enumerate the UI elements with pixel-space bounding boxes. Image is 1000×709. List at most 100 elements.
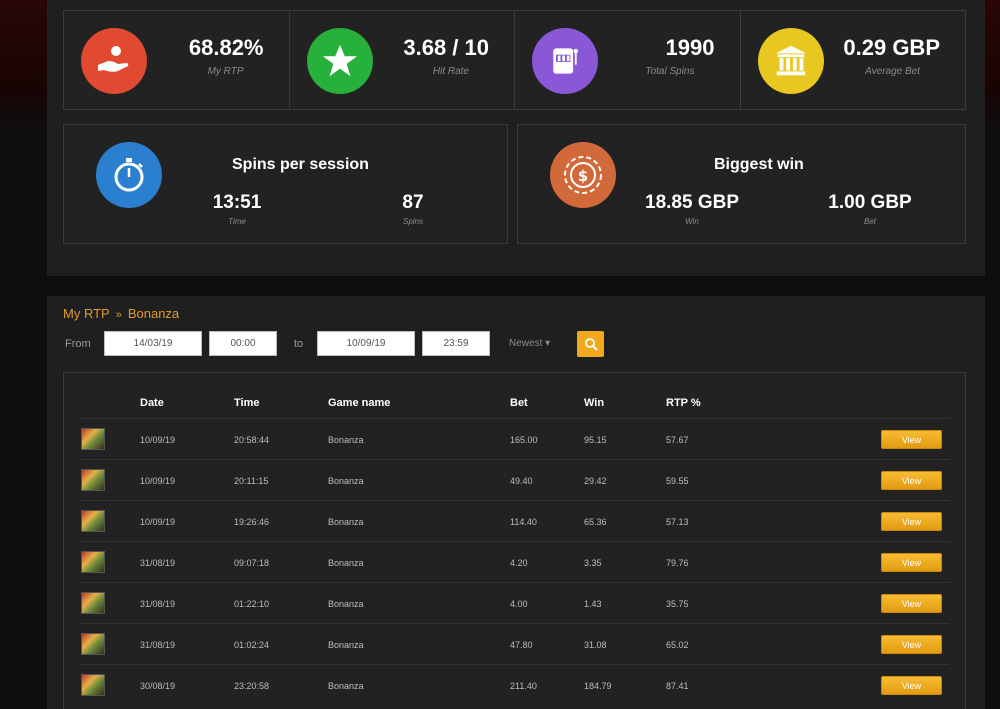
cell-bet: 165.00 bbox=[510, 435, 538, 445]
cell-bet: 4.20 bbox=[510, 558, 528, 568]
cell-win: 29.42 bbox=[584, 476, 607, 486]
table-row: 10/09/19 20:58:44 Bonanza 165.00 95.15 57.67 V… bbox=[80, 418, 950, 459]
to-time-input[interactable]: 23:59 bbox=[422, 331, 490, 356]
table-row: 31/08/19 01:02:24 Bonanza 47.80 31.08 65.02 Vi… bbox=[80, 623, 950, 664]
cell-rtp: 59.55 bbox=[666, 476, 689, 486]
breadcrumb: My RTP » Bonanza bbox=[63, 306, 179, 321]
table-row: 30/08/19 23:20:58 Bonanza 211.40 184.79 87.41… bbox=[80, 664, 950, 705]
stat-value: 0.29 GBP bbox=[843, 35, 940, 60]
stopwatch-icon bbox=[96, 142, 162, 208]
stat-value: 1990 bbox=[665, 35, 715, 60]
column-header-win: Win bbox=[584, 397, 605, 409]
cell-bet: 49.40 bbox=[510, 476, 533, 486]
casino-chip-icon: $ bbox=[550, 142, 616, 208]
biggest-win-value: 18.85 GBP bbox=[645, 192, 739, 213]
search-icon bbox=[584, 338, 598, 351]
cell-time: 23:20:58 bbox=[234, 681, 270, 691]
view-button[interactable]: View bbox=[881, 512, 942, 531]
column-header-time: Time bbox=[234, 397, 260, 409]
cell-rtp: 65.02 bbox=[666, 640, 689, 650]
game-thumbnail bbox=[81, 674, 105, 696]
biggest-win-card: $ Biggest win 18.85 GBP Win 1.00 GBP Bet bbox=[517, 124, 966, 244]
table-row: 10/09/19 20:11:15 Bonanza 49.40 29.42 59.55 Vi… bbox=[80, 459, 950, 500]
cell-win: 184.79 bbox=[584, 681, 612, 691]
cell-win: 3.35 bbox=[584, 558, 602, 568]
cell-game: Bonanza bbox=[328, 599, 364, 609]
from-label: From bbox=[65, 338, 91, 350]
cell-win: 95.15 bbox=[584, 435, 607, 445]
star-icon bbox=[306, 28, 373, 94]
cell-time: 09:07:18 bbox=[234, 558, 270, 568]
breadcrumb-current: Bonanza bbox=[127, 306, 180, 321]
cell-bet: 47.80 bbox=[510, 640, 533, 650]
cell-game: Bonanza bbox=[328, 476, 364, 486]
cell-bet: 114.40 bbox=[510, 517, 537, 527]
cell-game: Bonanza bbox=[328, 640, 364, 650]
session-time-value: 13:51 bbox=[212, 192, 262, 213]
biggest-bet-value: 1.00 GBP bbox=[828, 192, 912, 213]
column-header-bet: Bet bbox=[510, 397, 528, 409]
stat-total-spins: 1990 Total Spins bbox=[515, 11, 741, 109]
biggest-win-label: Win bbox=[685, 217, 699, 226]
game-thumbnail bbox=[81, 633, 105, 655]
search-button[interactable] bbox=[577, 331, 604, 357]
cell-rtp: 79.76 bbox=[666, 558, 689, 568]
view-button[interactable]: View bbox=[881, 471, 942, 490]
from-date-input[interactable]: 14/03/19 bbox=[104, 331, 202, 356]
sort-select[interactable]: Newest ▾ bbox=[509, 338, 550, 349]
view-button[interactable]: View bbox=[881, 553, 942, 572]
game-thumbnail bbox=[81, 428, 105, 450]
card-title: Spins per session bbox=[232, 156, 369, 173]
stat-label: Total Spins bbox=[645, 66, 695, 77]
view-button[interactable]: View bbox=[881, 430, 942, 449]
cell-time: 20:58:44 bbox=[234, 435, 270, 445]
session-spins-label: Spins bbox=[402, 217, 423, 226]
view-button[interactable]: View bbox=[881, 676, 942, 695]
card-title: Biggest win bbox=[714, 156, 804, 173]
stat-average-bet: 0.29 GBP Average Bet bbox=[741, 11, 966, 109]
hand-coin-icon bbox=[81, 28, 147, 94]
cell-rtp: 57.67 bbox=[666, 435, 689, 445]
cell-game: Bonanza bbox=[328, 681, 364, 691]
view-button[interactable]: View bbox=[881, 635, 942, 654]
breadcrumb-separator: » bbox=[115, 309, 122, 321]
from-time-input[interactable]: 00:00 bbox=[209, 331, 277, 356]
spins-per-session-card: Spins per session 13:51 Time 87 Spins bbox=[63, 124, 508, 244]
cell-rtp: 35.75 bbox=[666, 599, 689, 609]
view-button[interactable]: View bbox=[881, 594, 942, 613]
game-thumbnail bbox=[81, 592, 105, 614]
stat-value: 3.68 / 10 bbox=[403, 35, 489, 60]
to-date-input[interactable]: 10/09/19 bbox=[317, 331, 415, 356]
cell-date: 10/09/19 bbox=[140, 435, 176, 445]
column-header-rtp: RTP % bbox=[666, 397, 701, 409]
breadcrumb-root[interactable]: My RTP bbox=[63, 306, 110, 321]
cell-date: 30/08/19 bbox=[140, 681, 176, 691]
game-thumbnail bbox=[81, 551, 105, 573]
column-header-date: Date bbox=[140, 397, 164, 409]
stats-row: 68.82% My RTP 3.68 / 10 Hit Rate 1990 To… bbox=[63, 10, 966, 110]
stat-hit-rate: 3.68 / 10 Hit Rate bbox=[290, 11, 515, 109]
cell-rtp: 57.13 bbox=[666, 517, 689, 527]
column-header-game-name: Game name bbox=[328, 397, 391, 409]
cell-date: 10/09/19 bbox=[140, 476, 176, 486]
cell-game: Bonanza bbox=[328, 558, 364, 568]
stat-value: 68.82% bbox=[188, 35, 264, 60]
to-label: to bbox=[294, 338, 304, 350]
svg-text:$: $ bbox=[578, 167, 588, 185]
slot-machine-icon bbox=[532, 28, 598, 94]
cell-win: 65.36 bbox=[584, 517, 607, 527]
cell-time: 20:11:15 bbox=[234, 476, 269, 486]
cell-game: Bonanza bbox=[328, 517, 364, 527]
cell-time: 01:22:10 bbox=[234, 599, 270, 609]
cell-date: 31/08/19 bbox=[140, 558, 176, 568]
stat-label: Average Bet bbox=[865, 66, 920, 77]
game-thumbnail bbox=[81, 469, 105, 491]
bank-building-icon bbox=[757, 28, 824, 94]
stat-my-rtp: 68.82% My RTP bbox=[64, 11, 290, 109]
cell-win: 31.08 bbox=[584, 640, 607, 650]
cell-game: Bonanza bbox=[328, 435, 364, 445]
biggest-bet-label: Bet bbox=[863, 217, 876, 226]
session-spins-value: 87 bbox=[402, 192, 424, 213]
cell-time: 01:02:24 bbox=[234, 640, 270, 650]
cell-bet: 4.00 bbox=[510, 599, 528, 609]
